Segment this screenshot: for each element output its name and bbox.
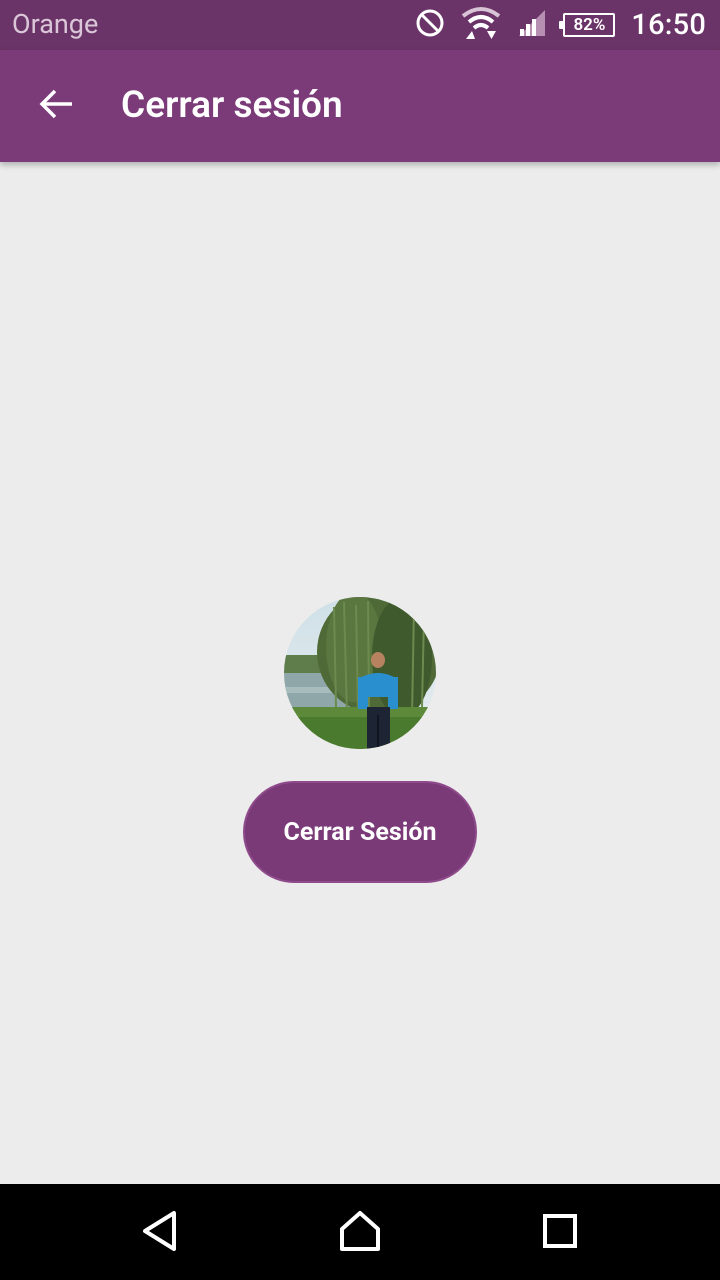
nav-home-icon bbox=[338, 1210, 382, 1256]
page-title: Cerrar sesión bbox=[121, 84, 343, 127]
navigation-bar bbox=[0, 1184, 720, 1280]
app-bar: Cerrar sesión bbox=[0, 50, 720, 162]
status-icons: 82% 16:50 bbox=[415, 6, 706, 44]
back-button[interactable] bbox=[26, 76, 86, 136]
wifi-icon bbox=[461, 6, 501, 44]
battery-icon: 82% bbox=[559, 13, 616, 37]
do-not-disturb-icon bbox=[415, 8, 445, 42]
nav-recents-button[interactable] bbox=[535, 1208, 585, 1258]
nav-back-button[interactable] bbox=[135, 1208, 185, 1258]
status-bar: Orange 82% 16:50 bbox=[0, 0, 720, 50]
avatar bbox=[284, 597, 436, 749]
nav-back-icon bbox=[140, 1210, 180, 1256]
cell-signal-icon bbox=[517, 8, 547, 42]
battery-level: 82% bbox=[573, 15, 606, 35]
nav-recents-icon bbox=[541, 1212, 579, 1254]
nav-home-button[interactable] bbox=[335, 1208, 385, 1258]
arrow-back-icon bbox=[38, 88, 74, 124]
logout-button[interactable]: Cerrar Sesión bbox=[243, 781, 477, 883]
carrier-name: Orange bbox=[12, 8, 99, 40]
clock: 16:50 bbox=[631, 8, 706, 42]
